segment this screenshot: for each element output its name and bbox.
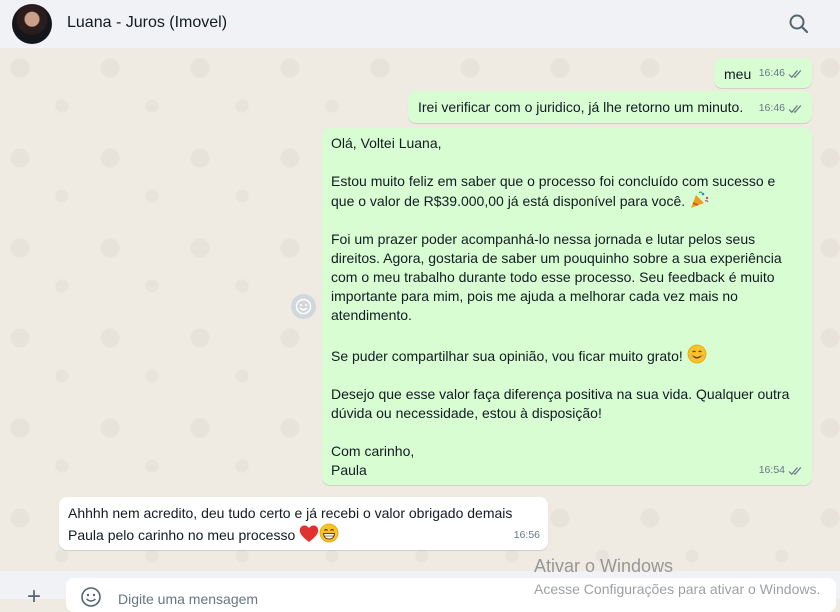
- read-receipt-icon: [788, 104, 802, 113]
- message-text: meu: [724, 66, 752, 82]
- read-receipt-icon: [788, 69, 802, 78]
- party-popper-icon: [691, 191, 709, 208]
- message-meta: 16:56: [514, 526, 540, 545]
- react-emoji-button[interactable]: [291, 294, 316, 319]
- message-meta: 16:46: [759, 64, 804, 83]
- message-outgoing[interactable]: Irei verificar com o juridico, já lhe re…: [408, 91, 812, 123]
- message-meta: 16:54: [759, 461, 804, 480]
- message-input-placeholder: Digite uma mensagem: [118, 591, 259, 607]
- message-body: Ahhhh nem acredito, deu tudo certo e já …: [68, 504, 538, 545]
- message-outgoing[interactable]: Olá, Voltei Luana, Estou muito feliz em …: [322, 128, 812, 485]
- avatar[interactable]: [12, 4, 52, 44]
- message-paragraph: Olá, Voltei Luana,: [331, 135, 442, 151]
- windows-activation-subtitle: Acesse Configurações para ativar o Windo…: [534, 581, 821, 597]
- message-incoming[interactable]: Ahhhh nem acredito, deu tudo certo e já …: [59, 497, 548, 550]
- message-time: 16:54: [758, 464, 785, 476]
- message-outgoing[interactable]: meu 16:46: [714, 58, 812, 88]
- message-paragraph: Foi um prazer poder acompanhá-lo nessa j…: [331, 231, 782, 323]
- chat-header: Luana - Juros (Imovel): [0, 0, 840, 48]
- message-body: Olá, Voltei Luana, Estou muito feliz em …: [331, 134, 799, 480]
- message-paragraph-wrap: Se puder compartilhar sua opinião, vou f…: [331, 344, 799, 366]
- message-meta: 16:46: [759, 99, 804, 118]
- message-paragraph-wrap: Estou muito feliz em saber que o process…: [331, 172, 799, 211]
- message-time: 16:46: [758, 102, 785, 114]
- red-heart-icon: [299, 525, 319, 542]
- message-paragraph: Se puder compartilhar sua opinião, vou f…: [331, 348, 683, 364]
- read-receipt-icon: [788, 466, 802, 475]
- smiley-icon: [295, 298, 312, 315]
- message-text: Irei verificar com o juridico, já lhe re…: [418, 99, 744, 115]
- message-text: Ahhhh nem acredito, deu tudo certo e já …: [68, 505, 513, 543]
- windows-activation-title: Ativar o Windows: [534, 556, 674, 576]
- contact-name[interactable]: Luana - Juros (Imovel): [67, 14, 227, 32]
- grinning-face-icon: [319, 523, 339, 543]
- plus-icon[interactable]: +: [27, 585, 41, 609]
- message-list[interactable]: meu 16:46 Irei verificar com o juridico,…: [0, 48, 840, 571]
- search-icon[interactable]: [786, 11, 812, 37]
- emoji-icon[interactable]: [80, 586, 102, 608]
- message-paragraph: Desejo que esse valor faça diferença pos…: [331, 386, 790, 421]
- message-paragraph: Com carinho, Paula: [331, 443, 415, 478]
- message-time: 16:56: [513, 529, 540, 541]
- message-time: 16:46: [758, 67, 785, 79]
- smiling-face-icon: [687, 344, 707, 364]
